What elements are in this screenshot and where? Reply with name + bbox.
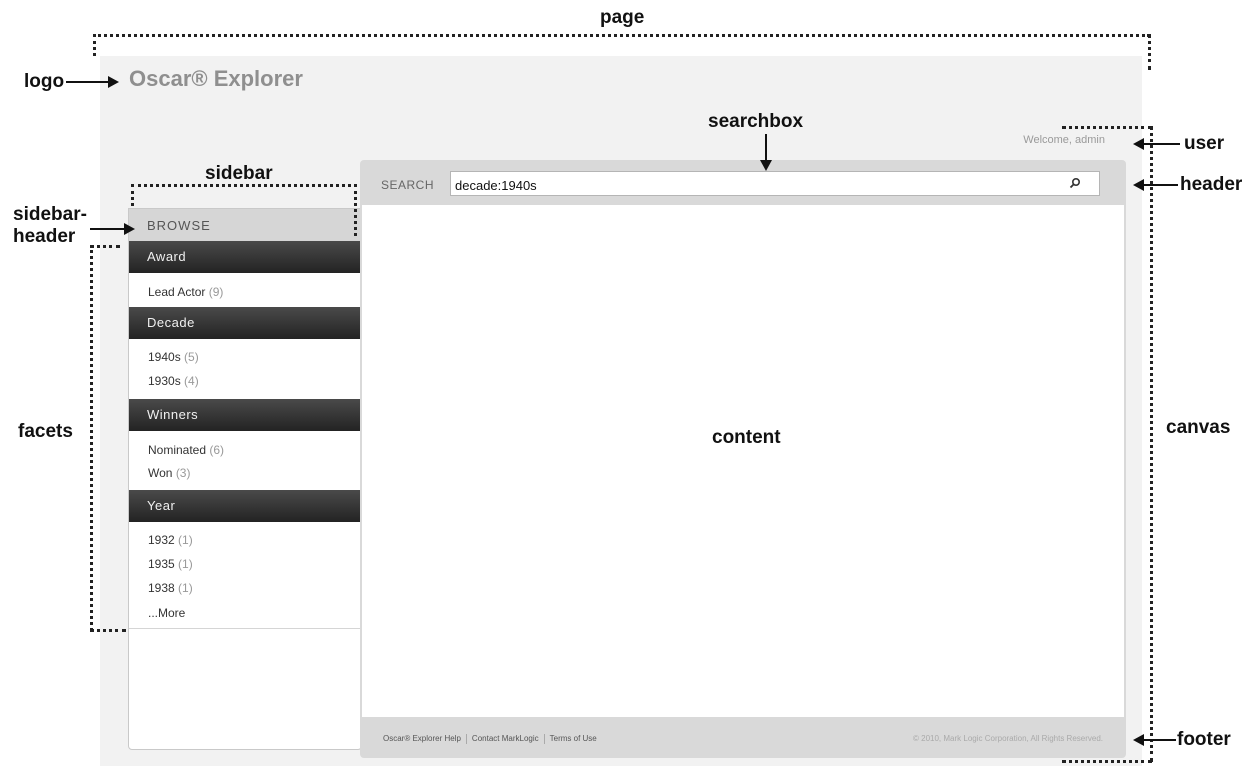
facet-item[interactable]: 1932 (1) [148, 533, 193, 547]
annotation-page: page [600, 7, 645, 28]
sidebar-header-arrow-head [124, 223, 135, 235]
page-outline-top [93, 34, 1150, 37]
searchbox-arrow-head [760, 160, 772, 171]
facet-item-count: (6) [209, 443, 225, 457]
header-arrow-head [1133, 179, 1144, 191]
footer-arrow-head [1133, 734, 1144, 746]
search-label: SEARCH [381, 178, 435, 192]
sidebar-outline-right [354, 184, 357, 236]
annotation-searchbox: searchbox [708, 111, 804, 132]
facet-item-label: Nominated [148, 443, 207, 457]
facet-item-label: Lead Actor [148, 285, 206, 299]
annotation-footer: footer [1177, 729, 1231, 750]
footer-link-help[interactable]: Oscar® Explorer Help [383, 734, 461, 743]
canvas-outline-top [1062, 126, 1152, 129]
facet-item-label: 1938 [148, 581, 175, 595]
facet-item[interactable]: Nominated (6) [148, 443, 224, 457]
footer-separator [543, 734, 545, 744]
search-input-value[interactable]: decade:1940s [455, 178, 537, 193]
footer-link-contact[interactable]: Contact MarkLogic [472, 734, 539, 743]
facet-item-count: (1) [178, 557, 193, 571]
logo-arrow-head [108, 76, 119, 88]
page-outline-right [1148, 34, 1151, 70]
sidebar-header-arrow-line [90, 228, 126, 230]
facet-item[interactable]: 1940s (5) [148, 350, 199, 364]
facet-item-count: (5) [184, 350, 199, 364]
annotation-sidebar-header-line1: sidebar- [13, 204, 87, 225]
facet-item[interactable]: 1930s (4) [148, 374, 199, 388]
facet-item-count: (9) [208, 285, 224, 299]
facet-item[interactable]: 1935 (1) [148, 557, 193, 571]
facets-outline-left [90, 245, 93, 631]
annotation-content: content [712, 427, 781, 448]
facet-title-decade: Decade [129, 307, 361, 339]
facet-item[interactable]: Lead Actor (9) [148, 285, 223, 299]
facet-title-winners: Winners [129, 399, 361, 431]
facet-item-label: 1940s [148, 350, 181, 364]
facet-item-label: 1932 [148, 533, 175, 547]
facet-item-label: 1930s [148, 374, 181, 388]
search-icon[interactable] [1069, 177, 1081, 189]
sidebar-outline-left [131, 184, 134, 206]
facet-item-count: (1) [178, 533, 193, 547]
facet-item[interactable]: Won (3) [148, 466, 190, 480]
sidebar-outline-top [131, 184, 357, 187]
annotation-header: header [1180, 174, 1243, 195]
annotation-canvas: canvas [1166, 417, 1231, 438]
content-area [362, 205, 1124, 717]
facets-outline-top [90, 245, 120, 248]
header-arrow-line [1140, 184, 1178, 186]
user-arrow-line [1140, 143, 1180, 145]
welcome-user: Welcome, admin [1023, 134, 1105, 146]
footer-copyright: © 2010, Mark Logic Corporation, All Righ… [913, 734, 1103, 743]
facet-item[interactable]: 1938 (1) [148, 581, 193, 595]
search-input[interactable] [450, 171, 1100, 196]
facet-title-award: Award [129, 241, 361, 273]
facets-divider [129, 628, 361, 629]
page-outline-left [93, 34, 96, 56]
facet-item-count: (3) [175, 466, 191, 480]
sidebar-header: BROWSE [129, 209, 361, 241]
facet-item-count: (1) [178, 581, 193, 595]
footer-links: Oscar® Explorer Help Contact MarkLogic Ter… [383, 734, 597, 744]
footer-arrow-line [1140, 739, 1176, 741]
facet-item-label: 1935 [148, 557, 175, 571]
sidebar: BROWSE Award Lead Actor (9) Decade 1940s… [128, 208, 362, 750]
annotation-user: user [1184, 133, 1225, 154]
app-logo[interactable]: Oscar® Explorer [129, 66, 303, 92]
canvas-outline-right [1150, 126, 1153, 762]
facet-more-link[interactable]: ...More [148, 606, 185, 620]
annotation-logo: logo [24, 71, 65, 92]
facet-item-count: (4) [184, 374, 199, 388]
footer-link-terms[interactable]: Terms of Use [550, 734, 597, 743]
annotation-facets: facets [18, 421, 73, 442]
annotation-sidebar: sidebar [205, 163, 273, 184]
annotation-sidebar-header-line2: header [13, 226, 76, 247]
logo-arrow-line [66, 81, 110, 83]
canvas-outline-bottom [1062, 760, 1152, 763]
user-arrow-head [1133, 138, 1144, 150]
footer-separator [465, 734, 467, 744]
facet-item-label: Won [148, 466, 173, 480]
annotation-sidebar-header: sidebar-header [13, 204, 87, 248]
facet-title-year: Year [129, 490, 361, 522]
facets-outline-bottom [90, 629, 126, 632]
